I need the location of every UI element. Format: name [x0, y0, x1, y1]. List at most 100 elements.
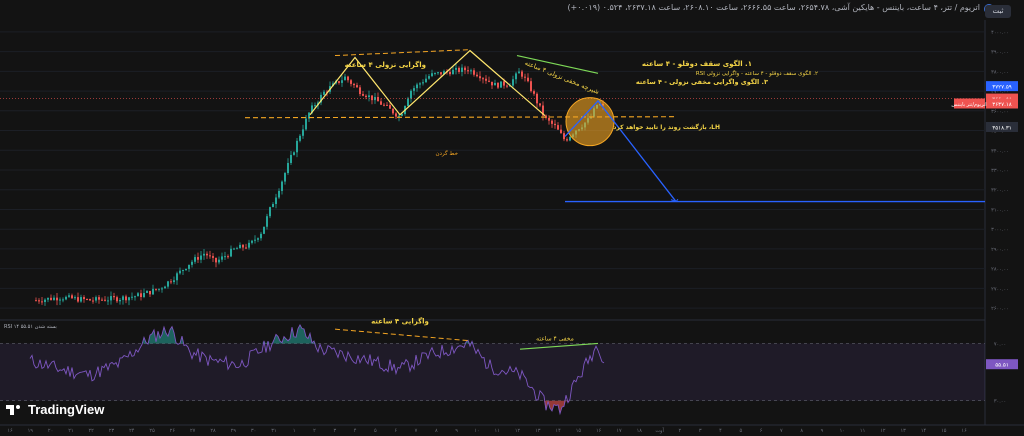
candle-bear: [392, 108, 394, 114]
candle-bear: [566, 139, 568, 141]
candle-bull: [47, 297, 49, 300]
candle-bull: [518, 71, 520, 74]
chart-canvas[interactable]: ۱. الگوی سقف دوقلو - ۴ ساعته ۲. الگوی سقف…: [0, 0, 1024, 436]
candle-bull: [167, 281, 169, 287]
time-tick-label: ۳: [333, 428, 336, 434]
candle-bull: [257, 238, 259, 240]
candle-bear: [338, 81, 340, 83]
candle-bull: [110, 296, 112, 301]
candle-bull: [470, 70, 472, 72]
time-tick-label: ۱۲: [880, 428, 886, 434]
time-tick-label: ۳۱: [271, 428, 276, 434]
rsi-band: [0, 343, 985, 401]
time-tick-label: ۱۶: [961, 428, 967, 434]
time-tick-label: ۱۳: [901, 428, 907, 434]
price-tick-label: ۲۷۰۰.۰۰: [991, 286, 1009, 292]
candle-bear: [101, 299, 103, 301]
candle-bear: [116, 297, 118, 302]
candle-bull: [107, 300, 109, 302]
candle-bear: [476, 74, 478, 77]
candle-bear: [386, 104, 388, 106]
time-tick-label: ۲: [679, 428, 682, 434]
candle-bear: [467, 70, 469, 72]
candle-bull: [494, 82, 496, 86]
candle-bull: [419, 83, 421, 85]
price-tick-label: ۳۶۰۰.۰۰: [991, 109, 1009, 115]
time-tick-label: ۱۶: [596, 428, 602, 434]
candle-bull: [131, 296, 133, 298]
candle-bull: [272, 204, 274, 208]
price-label-text: ۳۵۱۸.۳۱: [992, 125, 1011, 131]
candle-bear: [89, 299, 91, 301]
candle-bear: [551, 120, 553, 124]
candle-bull: [416, 84, 418, 89]
candle-bull: [95, 297, 97, 301]
time-tick-label: ۱۷: [616, 428, 622, 434]
candle-bull: [173, 280, 175, 283]
lh-label: LH، بازگشت روند را تایید خواهد کرد: [613, 123, 720, 131]
candle-bear: [521, 71, 523, 77]
candle-bull: [278, 190, 280, 198]
candle-bear: [209, 255, 211, 257]
rsi-oversold-fill: [30, 400, 604, 414]
candle-bull: [65, 296, 67, 300]
candle-bull: [254, 239, 256, 241]
candle-bull: [134, 296, 136, 298]
candle-bull: [428, 76, 430, 79]
price-tick-label: ۳۲۰۰.۰۰: [991, 188, 1009, 194]
price-tick-label: ۳۸۰۰.۰۰: [991, 69, 1009, 75]
time-tick-label: ۲۴: [129, 428, 135, 434]
candle-bull: [290, 154, 292, 163]
time-tick-label: ۸: [435, 428, 438, 434]
candle-bear: [359, 87, 361, 95]
candle-bear: [215, 257, 217, 263]
candle-bear: [554, 123, 556, 126]
time-tick-label: ۷: [780, 428, 783, 434]
time-tick-label: ۱۶: [7, 428, 13, 434]
time-tick-label: ۱۳: [535, 428, 541, 434]
bear-div-label: واگرایی نزولی ۴ ساعته: [345, 60, 426, 69]
candle-bull: [68, 295, 70, 297]
candle-bull: [452, 69, 454, 75]
candle-bull: [59, 299, 61, 301]
price-label-text: ۳۷۲۷.۵۹: [992, 85, 1012, 91]
candle-bear: [506, 85, 508, 87]
time-tick-label: ۱۵: [941, 428, 947, 434]
candle-bull: [305, 118, 307, 130]
candle-bull: [323, 91, 325, 95]
rsi-indicator-label: RSI ۱۴ بسته شدن ۵۵.۵۱: [4, 324, 57, 330]
candle-bear: [503, 81, 505, 86]
rsi-tick-label: ۳۰.۰۰: [994, 399, 1006, 405]
candle-bear: [140, 293, 142, 298]
series-label: اتریوم/تتر بایننس: [951, 102, 986, 108]
candle-bear: [35, 300, 37, 302]
candle-bear: [524, 76, 526, 78]
candle-bull: [161, 288, 163, 290]
candle-bull: [293, 152, 295, 155]
candle-bull: [146, 290, 148, 293]
candle-bull: [185, 268, 187, 271]
candle-bear: [560, 129, 562, 134]
time-tick-label: ۱۵: [576, 428, 582, 434]
hidden-div-label: شیرچه مخفی نزولی ۴ ساعته: [524, 59, 601, 96]
candle-bull: [80, 297, 82, 302]
candle-bull: [62, 299, 64, 301]
candle-bull: [200, 255, 202, 260]
candle-bull: [512, 79, 514, 86]
time-tick-label: ۳۰: [251, 428, 256, 434]
time-tick-label: ۱۸: [637, 428, 643, 434]
candle-bear: [530, 81, 532, 92]
candle-bear: [395, 113, 397, 117]
candle-bull: [269, 207, 271, 217]
candle-bear: [227, 256, 229, 258]
time-tick-label: ۱۱: [495, 428, 500, 434]
neckline-label: خط گردن: [435, 150, 458, 157]
candle-bull: [194, 257, 196, 262]
candle-bull: [179, 270, 181, 274]
divergence-trendline: [334, 49, 471, 57]
candle-bear: [149, 290, 151, 295]
candle-bull: [281, 181, 283, 191]
time-tick-label: ۶: [760, 428, 763, 434]
candle-bear: [212, 256, 214, 258]
time-tick-label: ۵: [739, 428, 742, 434]
